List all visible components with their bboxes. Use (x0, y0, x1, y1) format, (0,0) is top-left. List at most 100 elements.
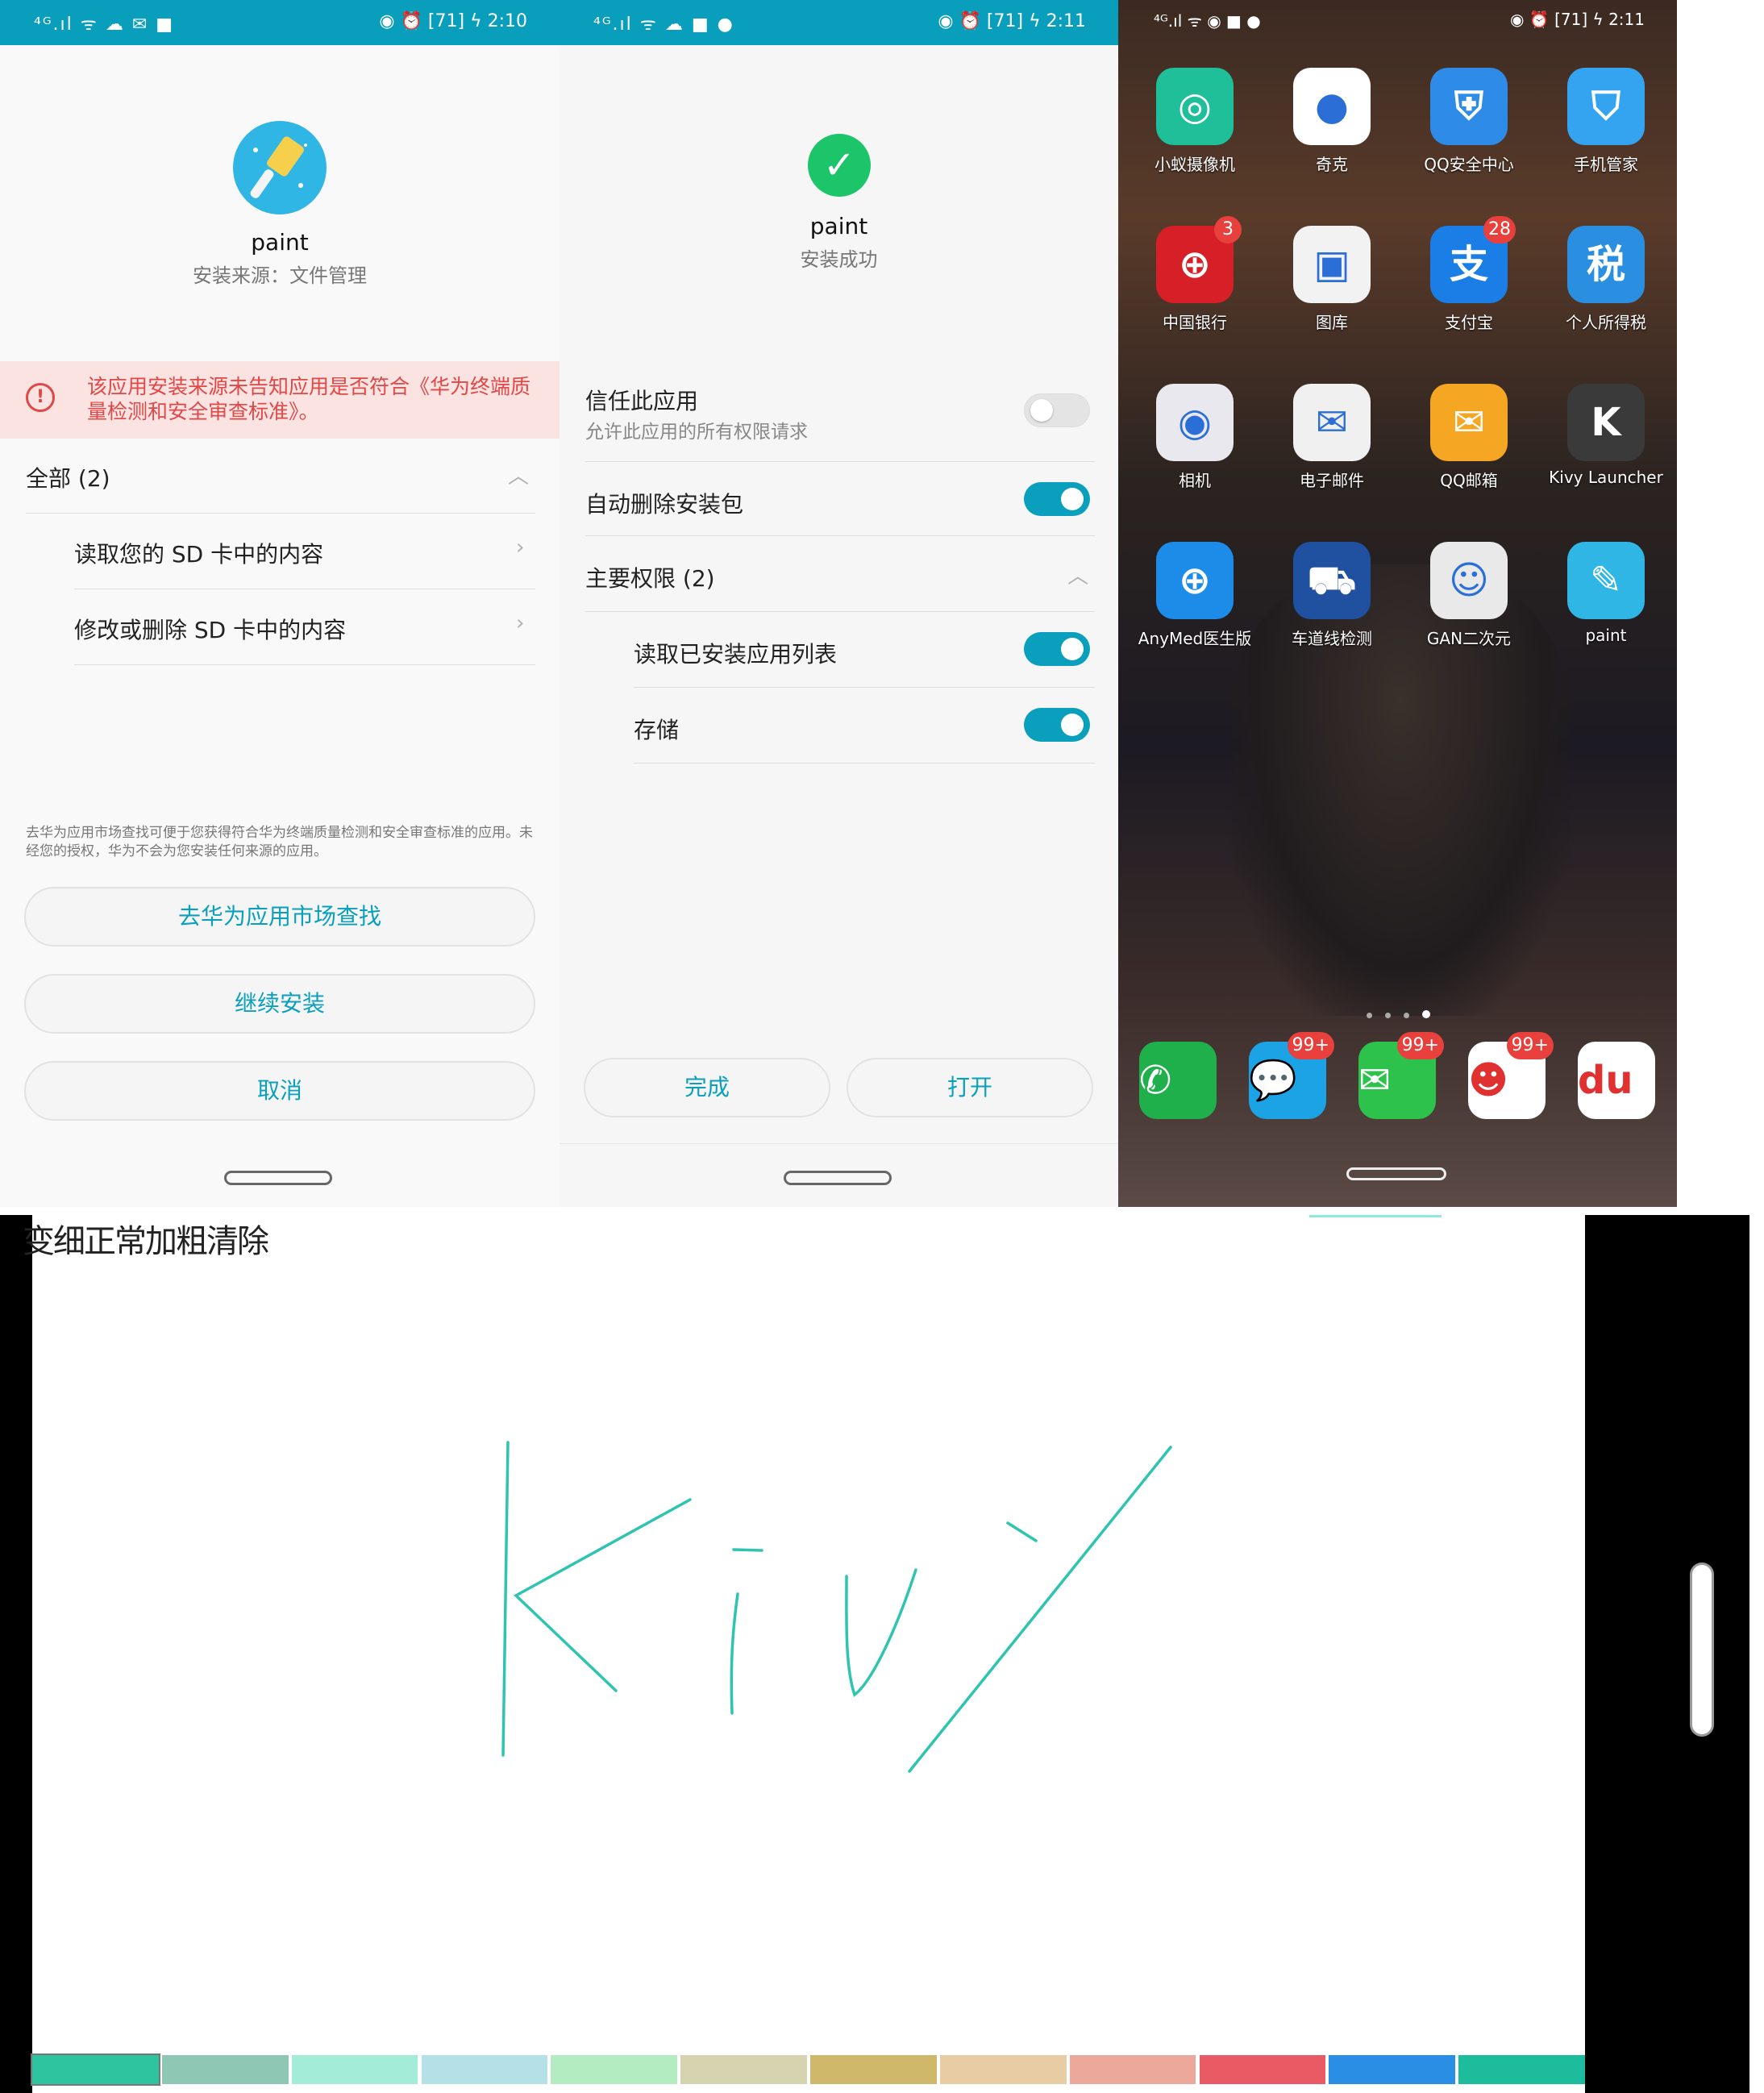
all-permissions-header[interactable]: 全部 (2) (26, 461, 110, 493)
warning-banner: ! 该应用安装来源未告知应用是否符合《华为终端质量检测和安全审查标准》。 (0, 361, 560, 439)
app-boc[interactable]: ⊕ 3 中国银行 (1126, 216, 1263, 333)
phone-manager-icon[interactable]: ⛉ (1567, 68, 1645, 145)
app-qqmail[interactable]: ✉ QQ邮箱 (1400, 384, 1537, 491)
color-swatch[interactable] (939, 2055, 1067, 2084)
color-swatch[interactable] (1329, 2055, 1456, 2084)
chevron-right-icon[interactable]: › (516, 535, 524, 560)
app-label: 相机 (1179, 471, 1211, 490)
messages-icon[interactable]: 💬 99+ (1249, 1032, 1334, 1119)
app-name: paint (809, 213, 868, 239)
app-label: Kivy Launcher (1549, 468, 1663, 487)
cancel-button[interactable]: 取消 (24, 1061, 535, 1121)
storage-toggle[interactable] (1024, 708, 1090, 742)
app-alipay[interactable]: 支 28 支付宝 (1400, 216, 1537, 333)
trust-app-title: 信任此应用 (585, 388, 699, 414)
app-camera[interactable]: ◉ 相机 (1126, 384, 1263, 491)
notification-badge: 99+ (1506, 1032, 1554, 1059)
anymed-icon[interactable]: ⊕ (1156, 542, 1234, 619)
app-anymed[interactable]: ⊕ AnyMed医生版 (1126, 542, 1263, 649)
qqmail-icon[interactable]: ✉ (1430, 384, 1508, 461)
app-camera-app[interactable]: ◎ 小蚁摄像机 (1126, 68, 1263, 175)
gan-icon[interactable]: ☺ (1430, 542, 1508, 619)
color-swatch[interactable] (1069, 2055, 1196, 2084)
color-swatch[interactable] (810, 2055, 937, 2084)
open-button[interactable]: 打开 (847, 1058, 1093, 1117)
alert-icon: ! (26, 383, 55, 412)
app-email[interactable]: ✉ 电子邮件 (1263, 384, 1400, 491)
paint-app: 变细正常加粗清除 (0, 1215, 1764, 2093)
app-list-toggle[interactable] (1024, 632, 1090, 666)
app-paint[interactable]: ✎ paint (1537, 542, 1675, 645)
email-icon[interactable]: ✉ (1293, 384, 1371, 461)
camera-icon[interactable]: ◉ (1156, 384, 1234, 461)
color-swatch[interactable] (680, 2055, 807, 2084)
app-tax[interactable]: 税个人所得税 (1537, 226, 1675, 333)
chevron-right-icon[interactable]: › (516, 611, 524, 635)
boc-icon[interactable]: ⊕ 3 (1156, 216, 1242, 303)
done-button[interactable]: 完成 (584, 1058, 830, 1117)
app-label: 电子邮件 (1300, 471, 1364, 490)
install-status: 安装成功 (800, 248, 878, 271)
app-name: paint (251, 229, 309, 256)
permission-storage: 存储 (634, 717, 680, 743)
home-indicator[interactable] (224, 1171, 332, 1185)
home-screen: ⁴ᴳ.ıl ᯤ ◉ ■ ● ◉ ⏰ [71] ϟ 2:11 ◎ 小蚁摄像机 ● 奇克 ⛨… (1118, 0, 1677, 1207)
tax-icon[interactable]: 税 (1567, 226, 1645, 303)
home-indicator[interactable] (1346, 1167, 1446, 1180)
home-indicator[interactable] (784, 1171, 892, 1185)
app-gan[interactable]: ☺ GAN二次元 (1400, 542, 1537, 649)
color-swatch[interactable] (31, 2053, 160, 2086)
app-lane-detect[interactable]: ⛟ 车道线检测 (1263, 542, 1400, 649)
qq-security-icon[interactable]: ⛨ (1430, 68, 1508, 145)
color-swatch[interactable] (291, 2055, 418, 2084)
info-note: 去华为应用市场查找可便于您获得符合华为终端质量检测和安全审查标准的应用。未经您的… (26, 825, 533, 859)
alipay-icon[interactable]: 支 28 (1430, 216, 1516, 303)
kivy-launcher-icon[interactable]: K (1567, 384, 1645, 461)
scrollbar[interactable] (1690, 1562, 1714, 1737)
app-qike[interactable]: ● 奇克 (1263, 68, 1400, 175)
main-permissions-header[interactable]: 主要权限 (2) (585, 561, 715, 593)
color-swatch[interactable] (551, 2055, 678, 2084)
status-bar: ⁴ᴳ.ıl ᯤ ◉ ■ ● ◉ ⏰ [71] ϟ 2:11 (1118, 0, 1677, 45)
app-label: GAN二次元 (1426, 629, 1512, 648)
app-kivy-launcher[interactable]: K Kivy Launcher (1537, 384, 1675, 487)
app-label: 车道线检测 (1292, 629, 1372, 648)
notification-badge: 99+ (1396, 1032, 1444, 1059)
color-swatch[interactable] (421, 2055, 548, 2084)
status-left: ⁴ᴳ.ıl ᯤ ☁ ■ ● (593, 15, 734, 35)
app-label: 奇克 (1316, 155, 1348, 174)
chevron-up-icon[interactable]: ︿ (1067, 560, 1088, 589)
chevron-up-icon[interactable]: ︿ (508, 460, 529, 489)
trust-app-subtitle: 允许此应用的所有权限请求 (585, 422, 808, 443)
wechat-icon[interactable]: ✉ 99+ (1358, 1032, 1444, 1119)
qike-icon[interactable]: ● (1293, 68, 1371, 145)
auto-delete-toggle[interactable] (1024, 482, 1090, 516)
phone-icon[interactable]: ✆ (1139, 1042, 1217, 1119)
app-label: QQ邮箱 (1440, 471, 1498, 490)
status-right: ◉ ⏰ [71] ϟ 2:10 (379, 11, 527, 31)
permission-app-list: 读取已安装应用列表 (634, 641, 838, 668)
install-success-screen: ⁴ᴳ.ıl ᯤ ☁ ■ ● ◉ ⏰ [71] ϟ 2:11 ✓ paint 安装… (560, 0, 1118, 1207)
app-qq-security[interactable]: ⛨ QQ安全中心 (1400, 68, 1537, 175)
app-label: 图库 (1316, 313, 1348, 332)
color-swatch[interactable] (1199, 2055, 1326, 2084)
gallery-icon[interactable]: ▣ (1293, 226, 1371, 303)
paint-icon[interactable]: ✎ (1567, 542, 1645, 619)
notification-badge: 28 (1483, 216, 1516, 243)
drawn-stroke (501, 1441, 1172, 1773)
camera-app-icon[interactable]: ◎ (1156, 68, 1234, 145)
trust-toggle[interactable] (1024, 393, 1090, 427)
permission-modify-sd[interactable]: 修改或删除 SD 卡中的内容 (74, 613, 346, 645)
baidu-map-icon[interactable]: du (1578, 1042, 1655, 1119)
continue-install-button[interactable]: 继续安装 (24, 974, 535, 1034)
app-label: 个人所得税 (1566, 313, 1646, 332)
market-button[interactable]: 去华为应用市场查找 (24, 887, 535, 947)
color-swatch[interactable] (161, 2055, 289, 2084)
app-gallery[interactable]: ▣ 图库 (1263, 226, 1400, 333)
color-swatch[interactable] (1458, 2055, 1585, 2084)
lane-detect-icon[interactable]: ⛟ (1293, 542, 1371, 619)
auto-delete-label: 自动删除安装包 (585, 491, 744, 518)
qq-icon[interactable]: ☻ 99+ (1468, 1032, 1554, 1119)
permission-read-sd[interactable]: 读取您的 SD 卡中的内容 (74, 537, 323, 569)
app-phone-manager[interactable]: ⛉ 手机管家 (1537, 68, 1675, 175)
